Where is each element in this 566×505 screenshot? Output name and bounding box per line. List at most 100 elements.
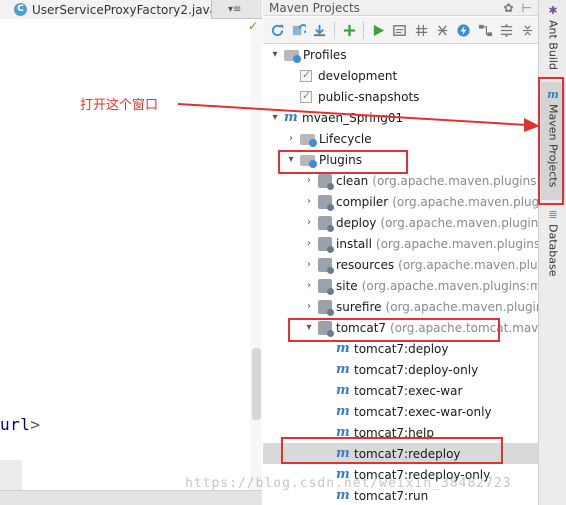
skip-tests-button[interactable] (432, 20, 452, 41)
generate-sources-button[interactable] (288, 20, 308, 41)
tree-node-row[interactable]: development (263, 65, 538, 86)
maven-goal-icon: m (336, 341, 350, 356)
expanded-arrow-icon[interactable]: ▾ (269, 49, 281, 60)
tree-node-label: Lifecycle (319, 131, 372, 146)
collapsed-arrow-icon[interactable]: › (303, 259, 315, 270)
annotation-text: 打开这个窗口 (80, 98, 159, 113)
highlight-redeploy-box (281, 437, 503, 464)
expand-all-icon (500, 23, 513, 37)
tree-node-label: install (336, 236, 372, 251)
refresh-icon (271, 24, 283, 36)
execute-goal-button[interactable] (390, 20, 410, 41)
download-icon (314, 24, 326, 36)
editor-tab-label: UserServiceProxyFactory2.java (32, 2, 212, 17)
expand-all-button[interactable] (496, 20, 516, 41)
expanded-arrow-icon[interactable]: ▾ (269, 112, 281, 123)
maven-plugin-row[interactable]: › surefire (org.apache.maven.plugins (263, 296, 538, 317)
plugin-icon (318, 236, 334, 253)
maven-plugin-row[interactable]: › site (org.apache.maven.plugins:ma (263, 275, 538, 296)
maven-goal-icon: m (336, 362, 350, 377)
toggle-offline-button[interactable] (411, 20, 431, 41)
highlight-plugins-box (278, 150, 408, 174)
lifecycle-button[interactable] (454, 20, 474, 41)
plugin-group-id: (org.apache.maven.plugins:m (375, 236, 538, 251)
side-tab-database-label: Database (546, 224, 560, 277)
watermark: https://blog.csdn.net/weixin_38482723 (185, 476, 512, 491)
editor-tab[interactable]: C UserServiceProxyFactory2.java (0, 0, 212, 19)
collapsed-arrow-icon[interactable]: › (303, 217, 315, 228)
panel-header-actions: ✿ ⊢ (503, 0, 532, 16)
tab-list-menu-button[interactable]: ▾≡ (228, 2, 258, 17)
settings-gear-icon[interactable]: ✿ (503, 1, 513, 15)
maven-goal-row[interactable]: m tomcat7:exec-war (263, 380, 538, 401)
collapsed-arrow-icon[interactable]: › (303, 280, 315, 291)
plugin-group-id: (org.apache.maven.plugin (392, 194, 538, 209)
tree-node-row[interactable]: public-snapshots (263, 86, 538, 107)
editor-scrollbar-thumb[interactable] (252, 348, 261, 420)
tree-node-label: compiler (336, 194, 389, 209)
side-tab-database[interactable]: ≣ Database (541, 208, 565, 288)
side-tab-ant-build[interactable]: ✱ Ant Build (541, 4, 565, 74)
maven-project-icon: m (284, 110, 298, 125)
maven-plugin-row[interactable]: › install (org.apache.maven.plugins:m (263, 233, 538, 254)
add-project-button[interactable] (339, 20, 359, 41)
collapsed-arrow-icon[interactable]: › (303, 238, 315, 249)
plugin-group-id: (org.apache.maven.plugins (385, 299, 538, 314)
maven-goal-row[interactable]: m tomcat7:exec-war-only (263, 401, 538, 422)
tree-node-label: development (318, 68, 398, 83)
plugin-icon (318, 299, 334, 316)
right-tool-window-strip: ✱ Ant Build m Maven Projects ≣ Database (538, 0, 566, 505)
plugin-group-id: (org.apache.maven.plug (398, 257, 538, 272)
maven-panel-title: Maven Projects (269, 0, 360, 15)
lightning-icon (457, 23, 470, 37)
tree-node-label: Profiles (303, 47, 347, 62)
run-icon (373, 24, 385, 36)
maven-goal-icon: m (336, 383, 350, 398)
download-sources-button[interactable] (310, 20, 330, 41)
generate-sources-icon (292, 23, 307, 35)
offline-mode-icon (415, 24, 427, 36)
code-editor[interactable]: C UserServiceProxyFactory2.java ▾≡ ✓ url… (0, 0, 262, 505)
tree-node-label: tomcat7:exec-war-only (354, 404, 492, 419)
tree-node-label: public-snapshots (318, 89, 420, 104)
tree-node-row[interactable]: ▾ m mvaen_Spring01 (263, 107, 538, 128)
maven-plugin-row[interactable]: › resources (org.apache.maven.plug (263, 254, 538, 275)
collapse-all-button[interactable] (518, 20, 538, 41)
tree-node-row[interactable]: › Lifecycle (263, 128, 538, 149)
show-diagram-button[interactable] (475, 20, 495, 41)
java-class-icon: C (14, 3, 27, 16)
toolbar-separator (363, 21, 365, 39)
maven-goal-row[interactable]: m tomcat7:deploy-only (263, 359, 538, 380)
tree-node-row[interactable]: ▾ Profiles (263, 44, 538, 65)
toolbar-separator (334, 21, 335, 39)
reimport-button[interactable] (267, 20, 287, 41)
maven-project-tree: ▾ Profiles development public-snapshots ▾mmv… (263, 44, 538, 505)
collapsed-arrow-icon[interactable]: › (303, 175, 315, 186)
plugin-icon (318, 215, 334, 232)
tree-node-label: tomcat7:exec-war (354, 383, 463, 398)
plugin-icon (318, 278, 334, 295)
folder-icon (300, 134, 317, 147)
profile-checkbox[interactable] (300, 89, 312, 103)
maven-projects-panel: Maven Projects ✿ ⊢ ▾ Profiles ✓ developm… (263, 0, 538, 505)
run-button[interactable] (368, 20, 388, 41)
highlight-tomcat7-box (288, 318, 500, 342)
maven-goal-icon: m (336, 404, 350, 419)
collapsed-arrow-icon[interactable]: › (285, 133, 297, 144)
plugin-group-id: (org.apache.maven.plugins:m (372, 173, 538, 188)
tab-list-menu-icon: ▾≡ (228, 4, 242, 15)
hide-panel-icon[interactable]: ⊢ (522, 1, 532, 15)
editor-scroll-gutter (250, 20, 262, 505)
folder-icon (284, 50, 301, 63)
maven-plugin-row[interactable]: › deploy (org.apache.maven.plugins (263, 212, 538, 233)
collapsed-arrow-icon[interactable]: › (303, 301, 315, 312)
profile-checkbox[interactable] (300, 68, 312, 82)
maven-plugin-row[interactable]: › compiler (org.apache.maven.plugin (263, 191, 538, 212)
ant-icon: ✱ (548, 4, 558, 17)
highlight-maven-tab-box (538, 77, 564, 205)
tree-node-label: tomcat7:deploy (354, 341, 449, 356)
collapsed-arrow-icon[interactable]: › (303, 196, 315, 207)
tree-node-label: tomcat7:deploy-only (354, 362, 479, 377)
code-line[interactable]: url> (0, 415, 41, 434)
add-icon (343, 24, 355, 36)
